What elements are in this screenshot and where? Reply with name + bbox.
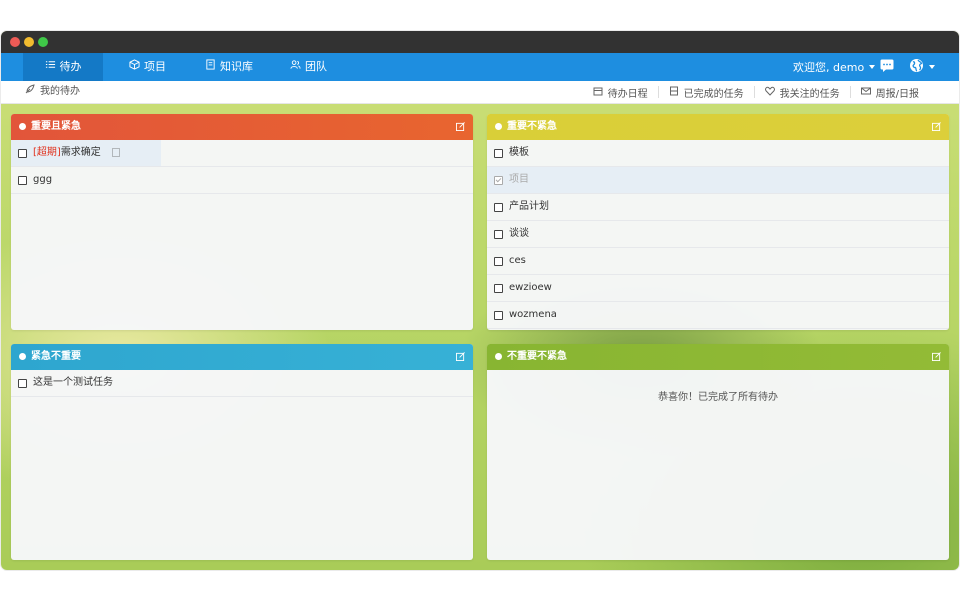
archive-icon [669, 86, 679, 99]
messages-button[interactable] [880, 53, 894, 81]
language-menu[interactable] [909, 53, 935, 81]
top-navbar: 待办 项目 知识库 团队 欢迎您, demo [1, 53, 959, 81]
mail-icon [860, 86, 871, 99]
edit-icon[interactable] [456, 122, 465, 131]
task-label: 模板 [509, 147, 529, 158]
task-item[interactable]: 谈谈 [487, 221, 949, 248]
panel-not-important-not-urgent: 不重要不紧急 恭喜你！已完成了所有待办 [487, 344, 949, 560]
minimize-window-button[interactable] [24, 37, 34, 47]
maximize-window-button[interactable] [38, 37, 48, 47]
nav-item-todo[interactable]: 待办 [23, 53, 103, 81]
task-label: 需求确定 [60, 147, 101, 158]
panel-header: 不重要不紧急 [487, 344, 949, 370]
task-checkbox[interactable] [494, 257, 503, 266]
nav-item-label: 待办 [59, 60, 82, 73]
edit-icon[interactable] [932, 122, 941, 131]
task-checkbox[interactable] [18, 379, 27, 388]
task-checkbox[interactable] [494, 149, 503, 158]
task-checkbox[interactable] [494, 284, 503, 293]
nav-item-label: 团队 [305, 60, 327, 73]
globe-icon [909, 58, 924, 76]
panel-title: 重要不紧急 [507, 121, 557, 132]
task-label: 这是一个测试任务 [33, 377, 113, 388]
task-checkbox[interactable] [18, 149, 27, 158]
book-icon [205, 53, 216, 81]
task-checkbox-checked[interactable] [494, 176, 503, 185]
app-window: 待办 项目 知识库 团队 欢迎您, demo 我的待办 待办日程 已完成的任务 … [1, 31, 959, 570]
task-checkbox[interactable] [494, 203, 503, 212]
task-item[interactable]: ewzioew [487, 275, 949, 302]
nav-item-label: 项目 [144, 60, 166, 73]
link-label: 周报/日报 [875, 88, 919, 100]
task-item[interactable]: 这是一个测试任务 [11, 370, 473, 397]
task-label: 项目 [509, 174, 529, 185]
task-checkbox[interactable] [494, 230, 503, 239]
document-icon [112, 147, 120, 157]
sub-toolbar: 我的待办 待办日程 已完成的任务 我关注的任务 周报/日报 [1, 81, 959, 104]
welcome-text: 欢迎您, demo [793, 61, 865, 74]
nav-item-knowledge[interactable]: 知识库 [195, 53, 263, 81]
chevron-down-icon [869, 65, 876, 69]
task-item[interactable]: wozmena [487, 302, 949, 329]
task-label: ces [509, 255, 526, 266]
nav-item-label: 知识库 [220, 60, 253, 73]
close-window-button[interactable] [10, 37, 20, 47]
chevron-down-icon [929, 65, 935, 69]
panel-title: 不重要不紧急 [507, 351, 567, 362]
panel-header: 重要且紧急 [11, 114, 473, 140]
user-menu[interactable]: 欢迎您, demo [793, 53, 876, 81]
leaf-icon [25, 81, 35, 103]
task-item[interactable]: [超期]需求确定 [11, 140, 473, 167]
empty-message: 恭喜你！已完成了所有待办 [658, 392, 778, 403]
link-todo-calendar[interactable]: 待办日程 [583, 86, 658, 100]
task-label: ewzioew [509, 282, 552, 293]
edit-icon[interactable] [932, 352, 941, 361]
task-label: wozmena [509, 309, 557, 320]
link-completed-tasks[interactable]: 已完成的任务 [657, 86, 754, 100]
panel-important-not-urgent: 重要不紧急 模板 项目 产品计划 谈谈 ces ewzioew wozmena [487, 114, 949, 330]
task-checkbox[interactable] [494, 311, 503, 320]
panel-header: 紧急不重要 [11, 344, 473, 370]
nav-item-project[interactable]: 项目 [119, 53, 176, 81]
panel-title: 重要且紧急 [31, 121, 81, 132]
task-checkbox[interactable] [18, 176, 27, 185]
message-icon [880, 59, 894, 75]
quick-links: 待办日程 已完成的任务 我关注的任务 周报/日报 [583, 81, 929, 103]
task-item-done[interactable]: 项目 [487, 167, 949, 194]
panel-header: 重要不紧急 [487, 114, 949, 140]
panel-title: 紧急不重要 [31, 351, 81, 362]
cube-icon [129, 53, 140, 81]
team-icon [290, 53, 301, 81]
panel-urgent-not-important: 紧急不重要 这是一个测试任务 [11, 344, 473, 560]
task-label: 谈谈 [509, 228, 529, 239]
list-icon [45, 53, 56, 81]
task-item[interactable]: 模板 [487, 140, 949, 167]
nav-item-team[interactable]: 团队 [280, 53, 337, 81]
task-label: 产品计划 [509, 201, 549, 212]
task-item[interactable]: ces [487, 248, 949, 275]
link-label: 已完成的任务 [683, 88, 744, 100]
pin-icon [495, 123, 502, 130]
link-reports[interactable]: 周报/日报 [849, 86, 929, 100]
breadcrumb-label: 我的待办 [40, 86, 80, 97]
pin-icon [495, 353, 502, 360]
edit-icon[interactable] [456, 352, 465, 361]
link-label: 我关注的任务 [779, 88, 840, 100]
panel-urgent-important: 重要且紧急 [超期]需求确定 ggg [11, 114, 473, 330]
overdue-tag: [超期] [33, 147, 61, 158]
calendar-icon [593, 86, 603, 99]
task-item[interactable]: 产品计划 [487, 194, 949, 221]
breadcrumb: 我的待办 [25, 81, 80, 103]
link-followed-tasks[interactable]: 我关注的任务 [753, 86, 850, 100]
link-label: 待办日程 [607, 88, 648, 100]
heart-icon [764, 86, 775, 99]
title-bar [1, 31, 959, 53]
pin-icon [19, 123, 26, 130]
task-item[interactable]: ggg [11, 167, 473, 194]
task-label: ggg [33, 174, 53, 185]
pin-icon [19, 353, 26, 360]
